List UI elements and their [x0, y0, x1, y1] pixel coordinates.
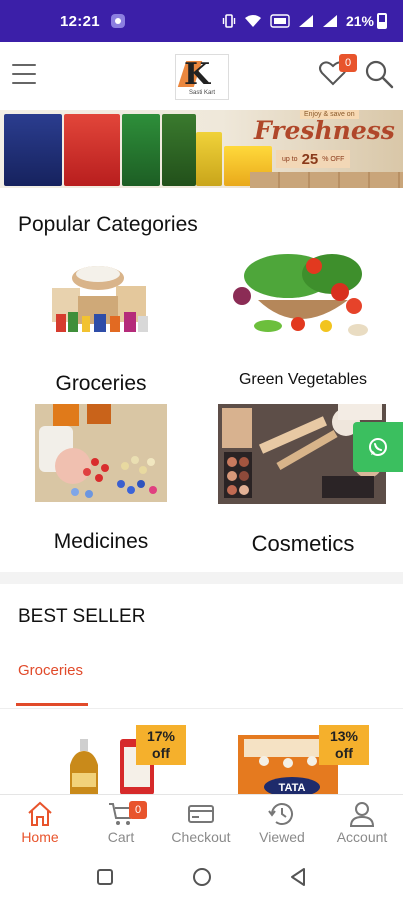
category-label-medicines[interactable]: Medicines [30, 530, 172, 554]
banner-discount-value: 25 [301, 150, 319, 168]
category-label-groceries[interactable]: Groceries [30, 372, 172, 396]
category-image-green-vegetables[interactable] [228, 246, 376, 342]
best-seller-heading: BEST SELLER [18, 606, 146, 627]
medicines-illustration [35, 404, 167, 502]
discount-value: 13% [329, 728, 359, 744]
category-image-medicines[interactable] [35, 404, 167, 502]
discount-badge: 17% off [136, 725, 186, 765]
banner-wood-floor [250, 172, 403, 188]
whatsapp-icon [369, 438, 387, 456]
nav-account-label: Account [336, 829, 388, 845]
category-image-groceries[interactable] [48, 256, 152, 336]
bottom-nav: Home 0 Cart Checkout Viewed Account [0, 794, 403, 854]
status-icons: 21% [222, 13, 387, 29]
svg-text:TATA: TATA [279, 782, 306, 794]
product-pack-image [162, 114, 196, 186]
groceries-illustration [52, 266, 148, 332]
wishlist-count-badge: 0 [339, 54, 357, 72]
section-divider [0, 572, 403, 584]
banner-sub-suffix: % OFF [322, 155, 345, 163]
tab-groceries[interactable]: Groceries [18, 662, 83, 679]
discount-badge: 13% off [319, 725, 369, 765]
history-clock-icon [268, 803, 293, 825]
product-pack-image [122, 114, 160, 186]
search-icon[interactable] [364, 59, 394, 89]
nav-viewed-label: Viewed [259, 829, 305, 845]
nav-viewed[interactable]: Viewed [242, 799, 322, 845]
product-pack-image [64, 114, 120, 186]
discount-off-label: off [335, 745, 353, 761]
category-label-cosmetics[interactable]: Cosmetics [216, 531, 390, 557]
notification-icon [110, 14, 125, 28]
wifi-icon [244, 15, 261, 27]
nav-home-label: Home [21, 829, 59, 845]
signal-icon-2 [322, 15, 337, 27]
menu-icon-line [12, 64, 36, 66]
vibrate-icon [222, 14, 236, 28]
nav-cart[interactable]: 0 Cart [81, 799, 161, 845]
promo-banner[interactable]: Enjoy & save on Freshness up to 25 % OFF [0, 110, 403, 188]
logo-mark: K [184, 57, 211, 92]
home-circle-icon[interactable] [192, 867, 212, 887]
app-logo[interactable]: K Sasti Kart [175, 54, 229, 100]
nav-cart-label: Cart [107, 829, 135, 845]
battery-percent: 21% [345, 13, 374, 29]
whatsapp-button[interactable] [353, 422, 403, 472]
nav-home[interactable]: Home [0, 799, 80, 845]
tab-separator [0, 708, 403, 709]
discount-off-label: off [152, 745, 170, 761]
back-icon[interactable] [289, 867, 307, 887]
product-pack-image [196, 132, 222, 186]
cart-count-badge: 0 [129, 801, 147, 819]
menu-button[interactable] [12, 64, 36, 84]
category-label-green-vegetables[interactable]: Green Vegetables [216, 371, 390, 389]
signal-icon [298, 15, 313, 27]
battery-status: 21% [346, 13, 387, 29]
tab-active-indicator [16, 703, 88, 706]
discount-value: 17% [146, 728, 176, 744]
android-navigation-bar [0, 854, 403, 900]
status-bar: 12:21 21% [0, 0, 403, 42]
status-time: 12:21 [60, 12, 100, 30]
app-header: K Sasti Kart 0 [0, 42, 403, 110]
nav-checkout-label: Checkout [171, 829, 231, 845]
popular-categories-heading: Popular Categories [18, 213, 198, 236]
logo-text: Sasti Kart [188, 90, 215, 96]
banner-sub-prefix: up to [282, 155, 298, 163]
vegetables-illustration [233, 254, 368, 336]
volte-icon [270, 14, 290, 28]
account-user-icon [349, 802, 375, 827]
menu-icon-line [12, 82, 36, 84]
banner-title: Freshness [254, 116, 395, 145]
menu-icon-line [12, 73, 36, 75]
banner-discount: up to 25 % OFF [276, 150, 351, 168]
product-pack-image [4, 114, 62, 186]
nav-account[interactable]: Account [322, 799, 402, 845]
credit-card-icon [188, 805, 214, 823]
recent-apps-icon[interactable] [96, 868, 114, 886]
battery-icon [377, 13, 387, 29]
nav-checkout[interactable]: Checkout [161, 799, 241, 845]
home-icon [28, 801, 52, 826]
